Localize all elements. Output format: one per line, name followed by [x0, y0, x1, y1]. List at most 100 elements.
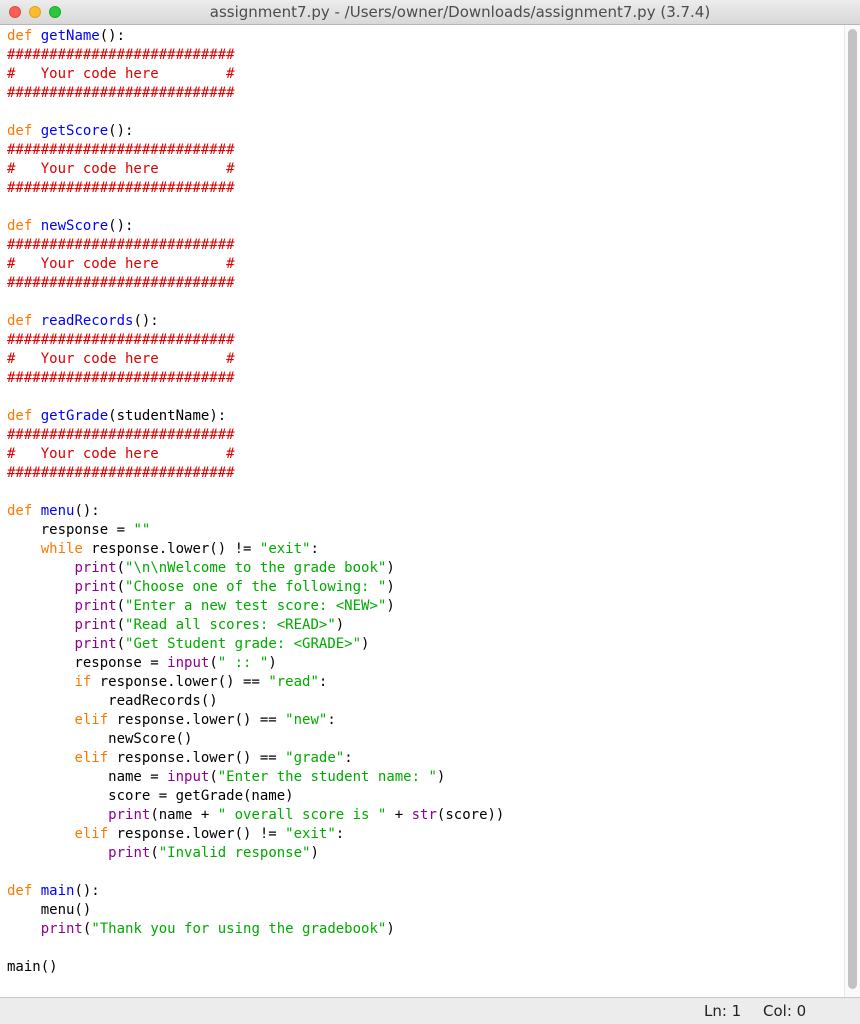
code-token-plain: : [327, 712, 336, 728]
code-line[interactable] [7, 388, 844, 407]
code-line[interactable]: elif response.lower() == "new": [7, 711, 844, 730]
code-line[interactable]: def getScore(): [7, 122, 844, 141]
window-title: assignment7.py - /Users/owner/Downloads/… [209, 3, 711, 21]
code-token-builtin: print [108, 845, 151, 861]
code-token-comment: ########################### [7, 47, 235, 63]
code-token-plain: ) [310, 845, 319, 861]
code-line[interactable]: menu() [7, 901, 844, 920]
code-token-defname: getGrade [40, 408, 109, 424]
code-line[interactable]: print("Invalid response") [7, 844, 844, 863]
code-line[interactable]: ########################### [7, 46, 844, 65]
vertical-scrollbar[interactable] [844, 25, 860, 997]
code-line[interactable]: ########################### [7, 274, 844, 293]
code-line[interactable]: ########################### [7, 369, 844, 388]
code-line[interactable]: ########################### [7, 141, 844, 160]
code-token-builtin: print [74, 579, 117, 595]
code-line[interactable]: ########################### [7, 331, 844, 350]
code-token-comment: ########################### [7, 275, 235, 291]
code-line[interactable]: name = input("Enter the student name: ") [7, 768, 844, 787]
code-line[interactable]: response = "" [7, 521, 844, 540]
code-token-plain: ) [436, 769, 446, 785]
code-line[interactable]: print("Enter a new test score: <NEW>") [7, 597, 844, 616]
code-line[interactable]: def getName(): [7, 27, 844, 46]
code-token-plain: : [310, 541, 319, 557]
code-token-builtin: input [167, 769, 210, 785]
minimize-window-button[interactable] [29, 6, 41, 18]
code-token-string: "read" [268, 674, 319, 690]
code-token-defname: menu [40, 503, 75, 519]
code-token-defname: main [40, 883, 75, 899]
code-line[interactable]: print("Read all scores: <READ>") [7, 616, 844, 635]
code-line[interactable]: # Your code here # [7, 445, 844, 464]
code-token-string: "Read all scores: <READ>" [125, 617, 336, 633]
code-token-plain: ( [116, 579, 126, 595]
code-line[interactable]: print(name + " overall score is " + str(… [7, 806, 844, 825]
zoom-window-button[interactable] [49, 6, 61, 18]
code-line[interactable]: print("Thank you for using the gradebook… [7, 920, 844, 939]
code-line[interactable]: print("\n\nWelcome to the grade book") [7, 559, 844, 578]
code-line[interactable]: print("Get Student grade: <GRADE>") [7, 635, 844, 654]
code-token-builtin: print [74, 636, 117, 652]
code-line[interactable]: readRecords() [7, 692, 844, 711]
code-token-keyword: elif [74, 750, 109, 766]
code-line[interactable]: if response.lower() == "read": [7, 673, 844, 692]
code-line[interactable]: def main(): [7, 882, 844, 901]
code-line[interactable]: def readRecords(): [7, 312, 844, 331]
code-token-comment: # Your code here # [7, 351, 235, 367]
code-token-string: "new" [285, 712, 328, 728]
code-token-plain: newScore() [7, 731, 193, 747]
code-token-plain: ( [116, 598, 126, 614]
code-editor[interactable]: def getName(): ##########################… [0, 25, 844, 997]
code-line[interactable] [7, 198, 844, 217]
code-token-string: "exit" [259, 541, 311, 557]
code-line[interactable]: while response.lower() != "exit": [7, 540, 844, 559]
code-line[interactable]: # Your code here # [7, 65, 844, 84]
code-line[interactable]: main() [7, 958, 844, 977]
code-line[interactable]: def menu(): [7, 502, 844, 521]
code-line[interactable] [7, 103, 844, 122]
code-token-builtin: print [74, 617, 117, 633]
code-line[interactable]: def newScore(): [7, 217, 844, 236]
code-line[interactable]: ########################### [7, 426, 844, 445]
code-token-builtin: print [108, 807, 151, 823]
code-text[interactable]: def getName(): ##########################… [0, 25, 844, 977]
code-line[interactable]: # Your code here # [7, 160, 844, 179]
code-line[interactable] [7, 863, 844, 882]
code-token-builtin: input [167, 655, 210, 671]
title-bar[interactable]: assignment7.py - /Users/owner/Downloads/… [0, 0, 860, 25]
close-window-button[interactable] [9, 6, 21, 18]
code-line[interactable]: score = getGrade(name) [7, 787, 844, 806]
code-line[interactable] [7, 939, 844, 958]
code-token-plain: menu() [7, 902, 92, 918]
code-token-keyword: def [7, 218, 33, 234]
code-line[interactable]: # Your code here # [7, 350, 844, 369]
code-line[interactable]: print("Choose one of the following: ") [7, 578, 844, 597]
code-token-plain: response.lower() != [82, 541, 260, 557]
code-line[interactable]: elif response.lower() == "grade": [7, 749, 844, 768]
code-token-plain: ( [116, 560, 126, 576]
code-token-plain: response.lower() == [108, 712, 286, 728]
code-line[interactable] [7, 483, 844, 502]
code-token-plain: (studentName): [108, 408, 227, 424]
code-line[interactable]: newScore() [7, 730, 844, 749]
code-line[interactable]: response = input(" :: ") [7, 654, 844, 673]
code-token-string: "Enter a new test score: <NEW>" [125, 598, 387, 614]
code-line[interactable] [7, 293, 844, 312]
code-line[interactable]: elif response.lower() != "exit": [7, 825, 844, 844]
code-line[interactable]: # Your code here # [7, 255, 844, 274]
code-token-plain: ) [361, 636, 370, 652]
scrollbar-thumb[interactable] [848, 29, 857, 989]
code-line[interactable]: ########################### [7, 84, 844, 103]
code-token-plain: (): [133, 313, 159, 329]
code-line[interactable]: def getGrade(studentName): [7, 407, 844, 426]
code-line[interactable]: ########################### [7, 236, 844, 255]
code-token-string: "" [133, 522, 151, 538]
code-token-comment: # Your code here # [7, 161, 235, 177]
code-token-plain: ( [150, 845, 159, 861]
code-line[interactable]: ########################### [7, 464, 844, 483]
code-line[interactable]: ########################### [7, 179, 844, 198]
